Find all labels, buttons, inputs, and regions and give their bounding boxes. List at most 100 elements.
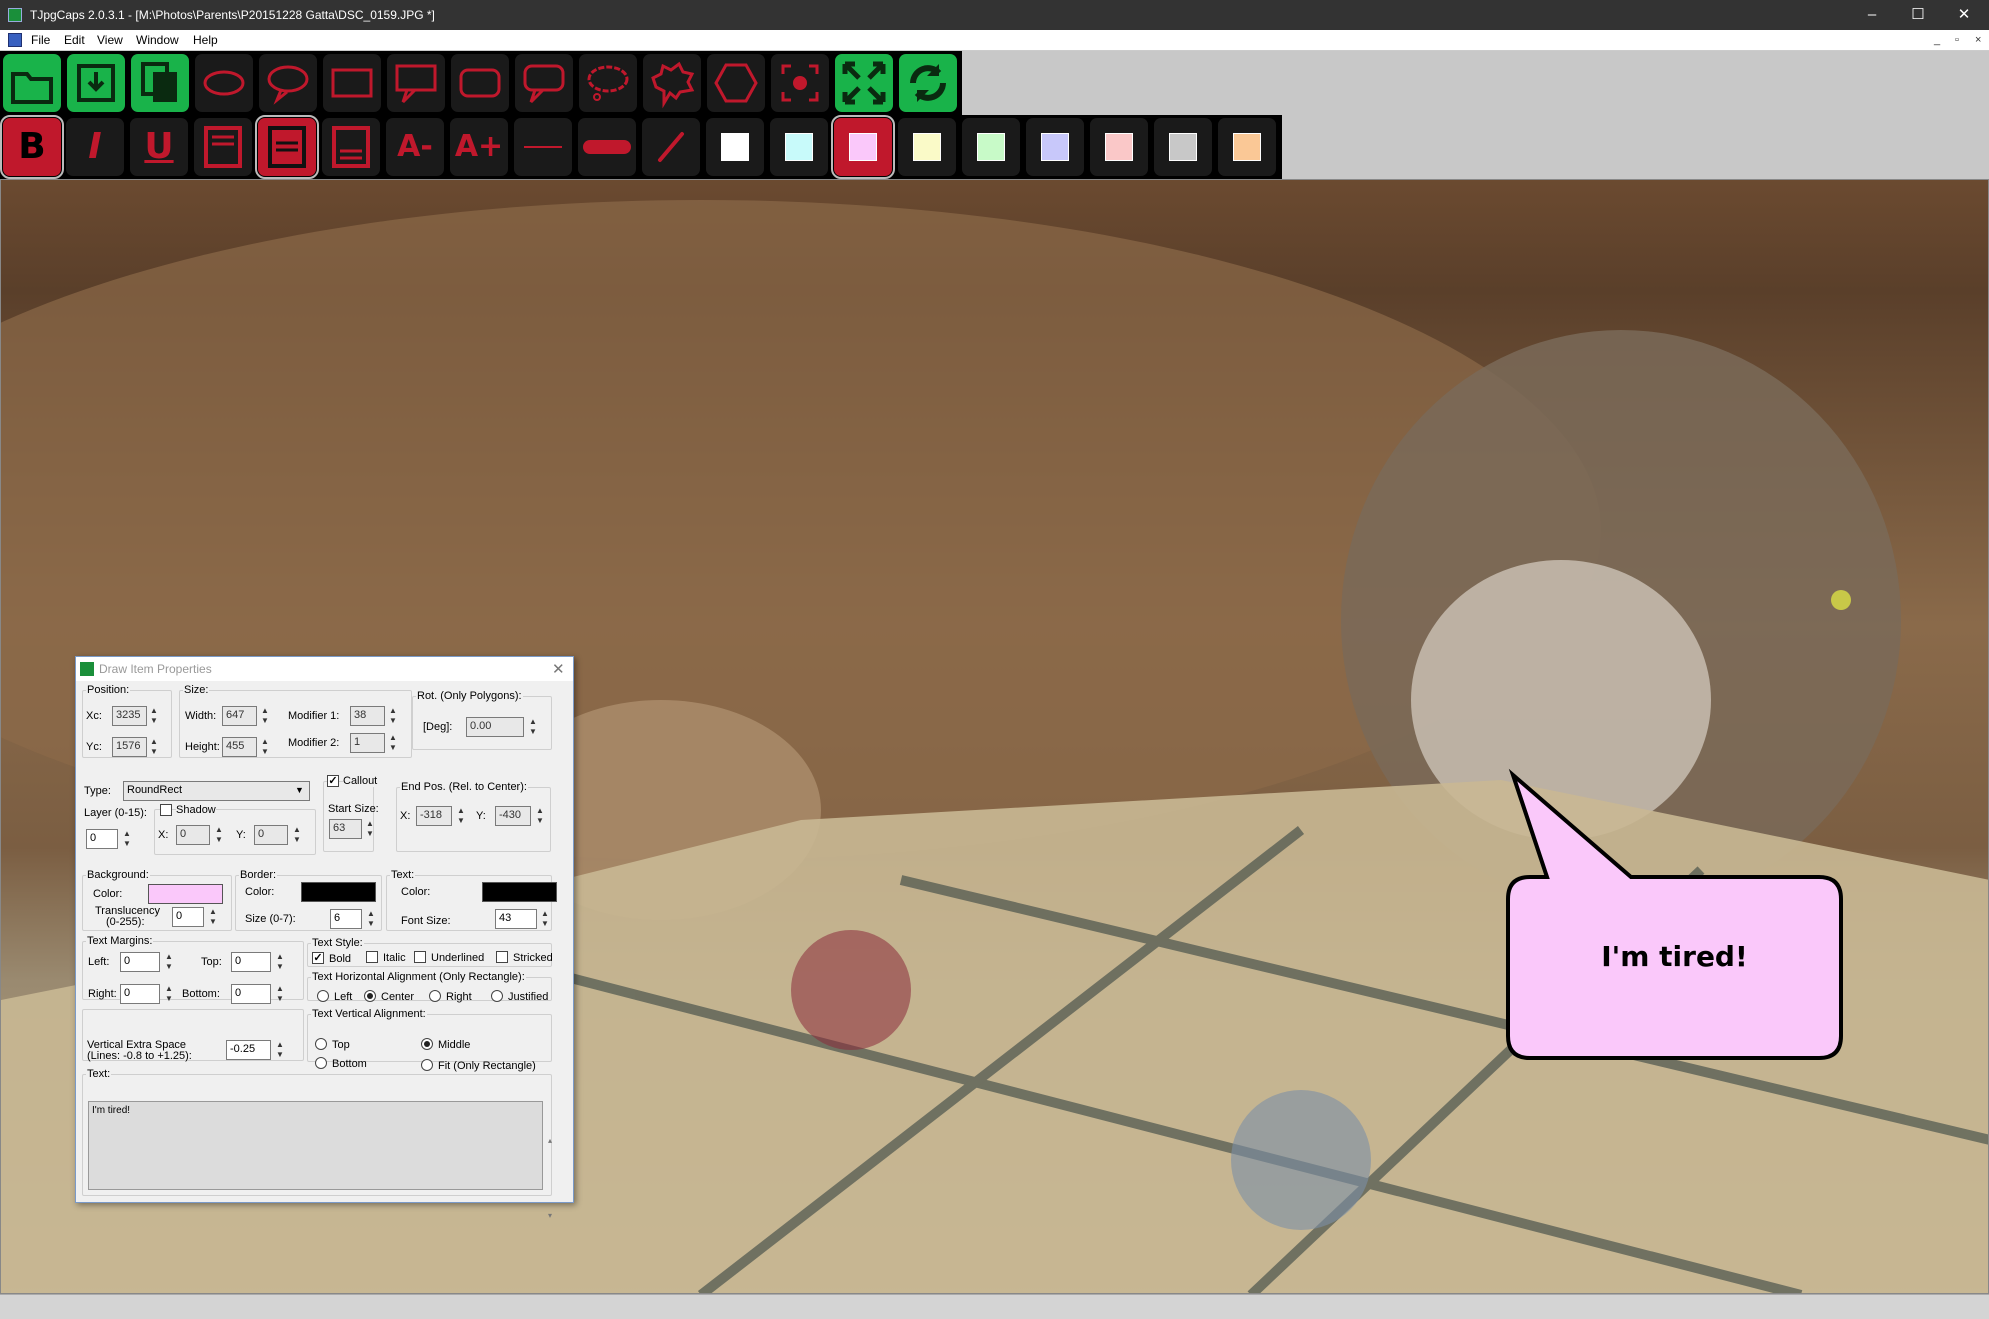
modifier1-spin[interactable]: ▲ ▼ bbox=[387, 706, 399, 726]
margin-bottom-spin[interactable]: ▲ ▼ bbox=[274, 984, 286, 1004]
layer-spin[interactable]: ▲ ▼ bbox=[121, 829, 133, 849]
end-y-spin[interactable]: ▲ ▼ bbox=[534, 806, 546, 826]
end-x-spin[interactable]: ▲ ▼ bbox=[455, 806, 467, 826]
font-size-field[interactable]: 43 bbox=[495, 909, 537, 929]
vspace-spin[interactable]: ▲ ▼ bbox=[274, 1040, 286, 1060]
pen-button[interactable] bbox=[642, 118, 700, 176]
end-y-field[interactable]: -430 bbox=[495, 806, 531, 826]
open-folder-button[interactable] bbox=[3, 54, 61, 112]
layer-field[interactable]: 0 bbox=[86, 829, 118, 849]
mdi-close-button[interactable]: × bbox=[1975, 34, 1981, 46]
valign-top-radio[interactable] bbox=[315, 1038, 327, 1050]
rect-callout-button[interactable] bbox=[387, 54, 445, 112]
bg-color-swatch[interactable] bbox=[148, 884, 223, 904]
stricked-checkbox[interactable] bbox=[496, 951, 508, 963]
width-field[interactable]: 647 bbox=[222, 706, 257, 726]
margin-right-field[interactable]: 0 bbox=[120, 984, 160, 1004]
thick-line-button[interactable] bbox=[578, 118, 636, 176]
color-swatch-button[interactable] bbox=[706, 118, 764, 176]
text-color-swatch[interactable] bbox=[482, 882, 557, 902]
minimize-button[interactable]: – bbox=[1849, 0, 1895, 30]
shadow-y-spin[interactable]: ▲ ▼ bbox=[291, 825, 303, 845]
maximize-button[interactable]: ☐ bbox=[1895, 0, 1941, 30]
mdi-restore-button[interactable]: ▫ bbox=[1955, 34, 1959, 46]
valign-middle-radio[interactable] bbox=[421, 1038, 433, 1050]
xc-field[interactable]: 3235 bbox=[112, 706, 147, 726]
modifier1-field[interactable]: 38 bbox=[350, 706, 385, 726]
spiky-callout-button[interactable] bbox=[643, 54, 701, 112]
border-color-swatch[interactable] bbox=[301, 882, 376, 902]
shadow-x-spin[interactable]: ▲ ▼ bbox=[213, 825, 225, 845]
halign-justified-radio[interactable] bbox=[491, 990, 503, 1002]
color-swatch-button[interactable] bbox=[1154, 118, 1212, 176]
type-select[interactable]: RoundRect bbox=[123, 781, 310, 801]
translucency-field[interactable]: 0 bbox=[172, 907, 204, 927]
color-swatch-button[interactable] bbox=[1218, 118, 1276, 176]
align-bottom-button[interactable] bbox=[322, 118, 380, 176]
fit-screen-button[interactable] bbox=[835, 54, 893, 112]
color-swatch-button[interactable] bbox=[898, 118, 956, 176]
focus-button[interactable] bbox=[771, 54, 829, 112]
height-spin[interactable]: ▲ ▼ bbox=[259, 737, 271, 757]
rotation-spin[interactable]: ▲ ▼ bbox=[527, 717, 539, 737]
halign-left-radio[interactable] bbox=[317, 990, 329, 1002]
menu-file[interactable]: File bbox=[31, 33, 50, 47]
modifier2-field[interactable]: 1 bbox=[350, 733, 385, 753]
bold-button[interactable]: B bbox=[0, 115, 64, 179]
halign-center-radio[interactable] bbox=[364, 990, 376, 1002]
yc-field[interactable]: 1576 bbox=[112, 737, 147, 757]
italic-button[interactable]: I bbox=[66, 118, 124, 176]
start-size-field[interactable]: 63 bbox=[329, 819, 362, 839]
end-x-field[interactable]: -318 bbox=[416, 806, 452, 826]
margin-bottom-field[interactable]: 0 bbox=[231, 984, 271, 1004]
font-larger-button[interactable]: A+ bbox=[450, 118, 508, 176]
underline-button[interactable]: U bbox=[130, 118, 188, 176]
color-swatch-button[interactable] bbox=[831, 115, 895, 179]
mdi-minimize-button[interactable]: _ bbox=[1934, 34, 1940, 46]
margin-left-field[interactable]: 0 bbox=[120, 952, 160, 972]
vspace-field[interactable]: -0.25 bbox=[226, 1040, 271, 1060]
shadow-y-field[interactable]: 0 bbox=[254, 825, 288, 845]
start-size-spin[interactable]: ▲ ▼ bbox=[364, 819, 376, 839]
italic-checkbox[interactable] bbox=[366, 951, 378, 963]
align-middle-button[interactable] bbox=[255, 115, 319, 179]
width-spin[interactable]: ▲ ▼ bbox=[259, 706, 271, 726]
callout-checkbox[interactable]: ✓ bbox=[327, 775, 339, 787]
roundrect-button[interactable] bbox=[451, 54, 509, 112]
color-swatch-button[interactable] bbox=[1026, 118, 1084, 176]
translucency-spin[interactable]: ▲ ▼ bbox=[207, 907, 219, 927]
thin-line-button[interactable] bbox=[514, 118, 572, 176]
yc-spin[interactable]: ▲ ▼ bbox=[148, 737, 160, 757]
shadow-checkbox[interactable] bbox=[160, 804, 172, 816]
roundrect-callout-button[interactable] bbox=[515, 54, 573, 112]
dialog-close-button[interactable]: ✕ bbox=[552, 660, 565, 678]
font-size-spin[interactable]: ▲ ▼ bbox=[539, 909, 551, 929]
rectangle-button[interactable] bbox=[323, 54, 381, 112]
ellipse-callout-button[interactable] bbox=[259, 54, 317, 112]
align-top-button[interactable] bbox=[194, 118, 252, 176]
border-size-spin[interactable]: ▲ ▼ bbox=[365, 909, 377, 929]
color-swatch-button[interactable] bbox=[770, 118, 828, 176]
save-button[interactable] bbox=[67, 54, 125, 112]
modifier2-spin[interactable]: ▲ ▼ bbox=[387, 733, 399, 753]
color-swatch-button[interactable] bbox=[962, 118, 1020, 176]
close-button[interactable]: ✕ bbox=[1941, 0, 1987, 30]
xc-spin[interactable]: ▲ ▼ bbox=[148, 706, 160, 726]
refresh-button[interactable] bbox=[899, 54, 957, 112]
bold-checkbox[interactable]: ✓ bbox=[312, 952, 324, 964]
menu-edit[interactable]: Edit bbox=[64, 33, 85, 47]
margin-top-field[interactable]: 0 bbox=[231, 952, 271, 972]
ellipse-button[interactable] bbox=[195, 54, 253, 112]
text-textarea[interactable]: I'm tired! bbox=[88, 1101, 543, 1190]
menu-help[interactable]: Help bbox=[193, 33, 218, 47]
document-icon[interactable] bbox=[8, 33, 22, 47]
menu-window[interactable]: Window bbox=[136, 33, 179, 47]
menu-view[interactable]: View bbox=[97, 33, 123, 47]
height-field[interactable]: 455 bbox=[222, 737, 257, 757]
cloud-callout-button[interactable] bbox=[579, 54, 637, 112]
color-swatch-button[interactable] bbox=[1090, 118, 1148, 176]
underlined-checkbox[interactable] bbox=[414, 951, 426, 963]
border-size-field[interactable]: 6 bbox=[330, 909, 362, 929]
shadow-x-field[interactable]: 0 bbox=[176, 825, 210, 845]
textarea-scrollbar[interactable]: ▴ ▾ bbox=[545, 1103, 555, 1220]
